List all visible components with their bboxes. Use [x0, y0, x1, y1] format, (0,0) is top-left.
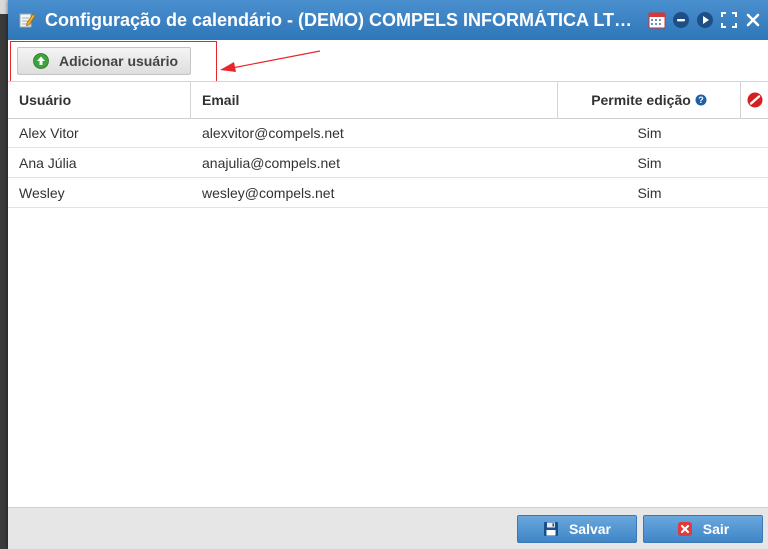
close-icon[interactable]	[744, 11, 762, 29]
title-tools	[648, 11, 762, 29]
cell-edit: Sim	[637, 155, 662, 171]
table-row[interactable]: Wesley wesley@compels.net Sim	[8, 179, 768, 208]
no-entry-icon	[747, 92, 762, 108]
header-edit-label: Permite edição	[591, 92, 691, 108]
svg-text:?: ?	[698, 95, 704, 105]
calendar-icon[interactable]	[648, 11, 666, 29]
cell-email: alexvitor@compels.net	[202, 125, 344, 141]
header-edit[interactable]: Permite edição ?	[558, 82, 741, 118]
cell-edit: Sim	[637, 125, 662, 141]
cell-user: Wesley	[19, 185, 65, 201]
header-extra[interactable]	[741, 82, 768, 118]
cell-user: Alex Vitor	[19, 125, 79, 141]
header-email-label: Email	[202, 92, 240, 108]
table-row[interactable]: Ana Júlia anajulia@compels.net Sim	[8, 149, 768, 178]
question-circle-icon[interactable]: ?	[695, 94, 707, 106]
toolbar: Adicionar usuário	[8, 40, 768, 82]
cancel-icon	[677, 522, 692, 536]
cell-email: wesley@compels.net	[202, 185, 335, 201]
floppy-disk-icon	[543, 522, 558, 536]
header-user[interactable]: Usuário	[8, 82, 191, 118]
header-email[interactable]: Email	[191, 82, 558, 118]
calendar-config-dialog: Configuração de calendário - (DEMO) COMP…	[8, 0, 768, 549]
minimize-icon[interactable]	[672, 11, 690, 29]
cell-edit: Sim	[637, 185, 662, 201]
maximize-icon[interactable]	[720, 11, 738, 29]
table-header: Usuário Email Permite edição ?	[8, 81, 768, 119]
save-label: Salvar	[568, 521, 612, 537]
dialog-titlebar[interactable]: Configuração de calendário - (DEMO) COMP…	[8, 0, 768, 40]
dialog-title: Configuração de calendário - (DEMO) COMP…	[45, 9, 641, 30]
exit-label: Sair	[702, 521, 730, 537]
dialog-footer: Salvar Sair	[8, 507, 768, 549]
highlight-box	[10, 41, 217, 82]
cell-email: anajulia@compels.net	[202, 155, 340, 171]
play-icon[interactable]	[696, 11, 714, 29]
cell-user: Ana Júlia	[19, 155, 77, 171]
arrow-annotation	[220, 50, 321, 72]
header-user-label: Usuário	[19, 92, 72, 108]
save-button[interactable]: Salvar	[517, 515, 637, 543]
edit-pencil-icon	[18, 11, 36, 29]
table-row[interactable]: Alex Vitor alexvitor@compels.net Sim	[8, 119, 768, 148]
exit-button[interactable]: Sair	[643, 515, 763, 543]
